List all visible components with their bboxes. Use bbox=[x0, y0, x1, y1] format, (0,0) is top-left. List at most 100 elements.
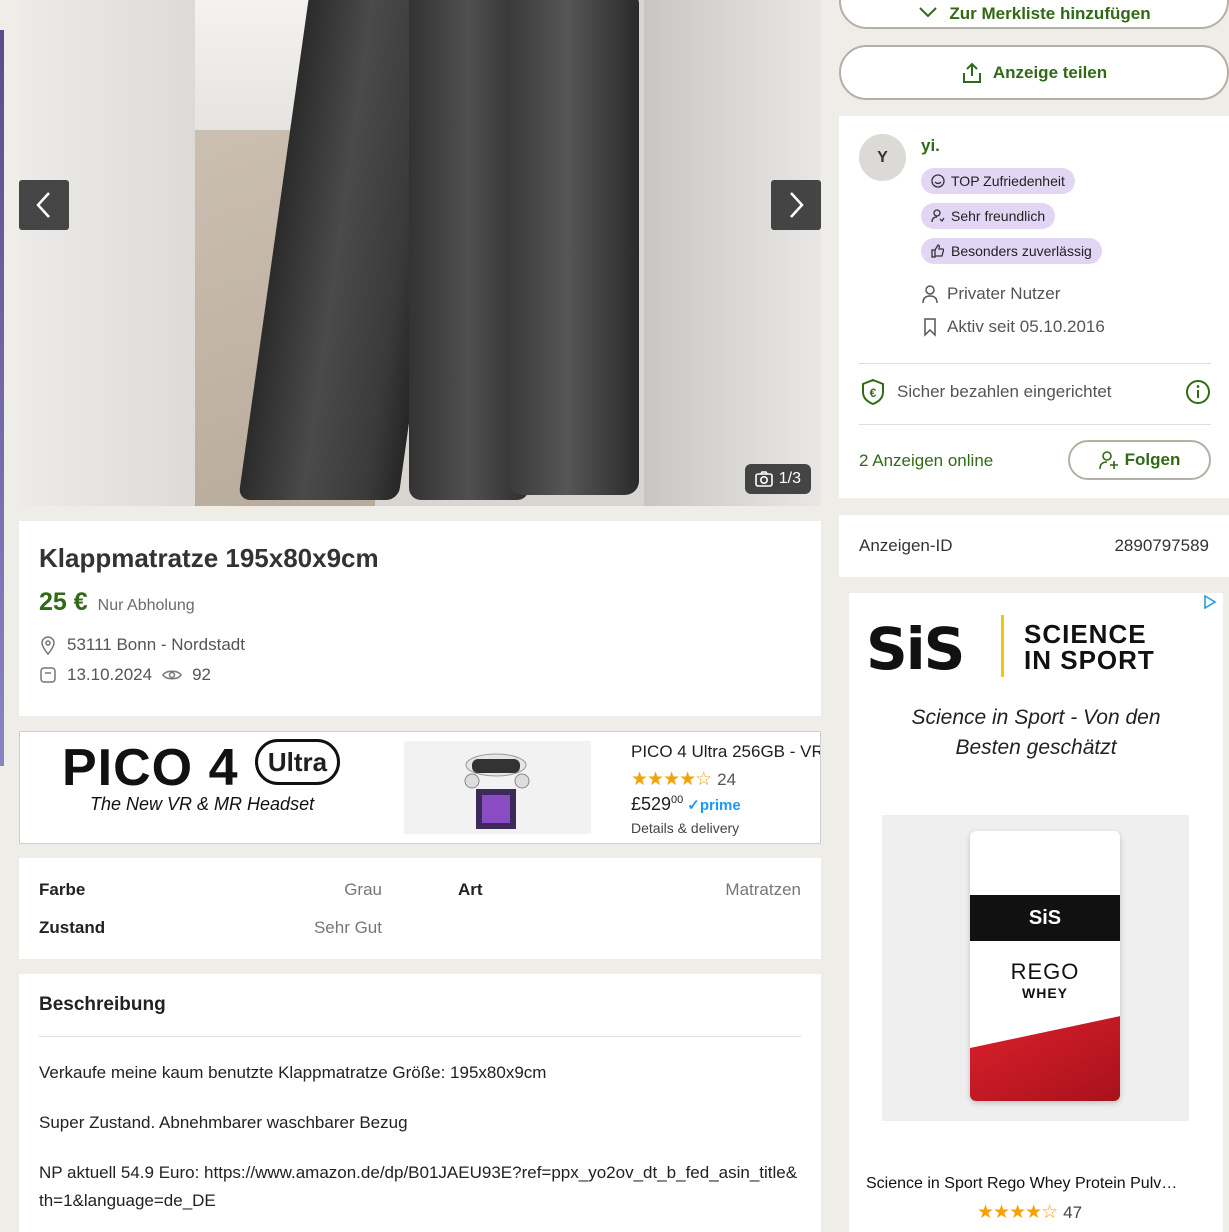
user-heart-icon bbox=[931, 209, 945, 223]
listing-price: 25 € bbox=[39, 588, 88, 616]
listing-date: 13.10.2024 bbox=[67, 665, 153, 684]
pico-ad-banner[interactable]: PICO 4 Ultra The New VR & MR Headset PIC… bbox=[19, 731, 821, 844]
sis-brand-line: SCIENCE bbox=[1024, 619, 1147, 649]
ad-id-value: 2890797589 bbox=[1114, 536, 1209, 555]
attribute-label: Art bbox=[458, 880, 483, 899]
sis-brand-name: SCIENCE IN SPORT bbox=[1024, 621, 1155, 673]
description-card: Beschreibung Verkaufe meine kaum benutzt… bbox=[19, 974, 821, 1232]
share-button[interactable]: Anzeige teilen bbox=[839, 45, 1229, 100]
gallery-prev-button[interactable] bbox=[19, 180, 69, 230]
share-icon bbox=[962, 62, 981, 83]
description-line: Verkaufe meine kaum benutzte Klappmatrat… bbox=[39, 1063, 547, 1082]
seller-type-label: Privater Nutzer bbox=[947, 284, 1061, 303]
sis-side-ad[interactable]: SiS SCIENCE IN SPORT Science in Sport - … bbox=[849, 593, 1223, 1232]
seller-active-since: Aktiv seit 05.10.2016 bbox=[921, 317, 1105, 337]
attribute-value: Grau bbox=[344, 880, 382, 899]
prime-badge: ✓prime bbox=[687, 797, 741, 814]
calendar-icon bbox=[40, 667, 56, 683]
ad-price-main: £529 bbox=[631, 794, 672, 814]
active-since-label: Aktiv seit 05.10.2016 bbox=[947, 317, 1105, 336]
chevron-left-icon bbox=[36, 192, 50, 218]
badge-besonders-zuverlaessig: Besonders zuverlässig bbox=[921, 238, 1102, 264]
ads-online-link[interactable]: 2 Anzeigen online bbox=[859, 451, 993, 471]
secure-payment-label: Sicher bezahlen eingerichtet bbox=[897, 382, 1112, 401]
camera-icon bbox=[754, 471, 773, 487]
star-rating-icon: ★★★★☆ bbox=[977, 1202, 1058, 1223]
avatar[interactable]: Y bbox=[859, 134, 906, 181]
ad-product-title[interactable]: PICO 4 Ultra 256GB - VR bbox=[631, 742, 820, 762]
divider bbox=[859, 363, 1211, 364]
seller-name[interactable]: yi. bbox=[921, 136, 940, 156]
ad-rating: ★★★★☆ 24 bbox=[631, 768, 736, 791]
vr-headset-image[interactable] bbox=[404, 741, 591, 834]
ad-price-cents: 00 bbox=[671, 794, 684, 806]
attributes-card: Farbe Grau Art Matratzen Zustand Sehr Gu… bbox=[19, 858, 821, 959]
shield-euro-icon: € bbox=[862, 378, 884, 406]
seller-card: Y yi. TOP Zufriedenheit Sehr freundlich … bbox=[839, 116, 1229, 498]
image-counter: 1/3 bbox=[744, 464, 811, 494]
watchlist-label: Zur Merkliste hinzufügen bbox=[949, 3, 1151, 23]
add-user-icon bbox=[1098, 451, 1118, 470]
thumbs-up-icon bbox=[931, 244, 945, 258]
attribute-art: Art Matratzen bbox=[458, 880, 801, 900]
image-counter-text: 1/3 bbox=[778, 470, 801, 487]
sis-brand-line: IN SPORT bbox=[1024, 645, 1155, 675]
badge-top-zufriedenheit: TOP Zufriedenheit bbox=[921, 168, 1075, 194]
prime-label: prime bbox=[699, 797, 741, 814]
image-gallery[interactable]: 1/3 bbox=[19, 0, 821, 506]
seller-type: Privater Nutzer bbox=[921, 284, 1060, 304]
bag-product: REGO bbox=[1010, 959, 1080, 984]
attribute-label: Farbe bbox=[39, 880, 86, 899]
secure-payment-row: € Sicher bezahlen eingerichtet bbox=[859, 378, 1211, 406]
badge-label: Sehr freundlich bbox=[951, 208, 1046, 224]
listing-title: Klappmatratze 195x80x9cm bbox=[39, 543, 379, 573]
badge-label: Besonders zuverlässig bbox=[951, 243, 1092, 259]
location-pin-icon bbox=[41, 636, 55, 655]
view-count: 92 bbox=[192, 665, 212, 684]
description-line: Super Zustand. Abnehmbarer waschbarer Be… bbox=[39, 1113, 408, 1132]
listing-header: Klappmatratze 195x80x9cm 25 € Nur Abholu… bbox=[19, 521, 821, 716]
star-rating-icon: ★★★★☆ bbox=[631, 769, 712, 790]
description-heading: Beschreibung bbox=[39, 994, 801, 1037]
ad-id-label: Anzeigen-ID bbox=[859, 536, 953, 555]
eye-icon bbox=[162, 670, 182, 680]
protein-product-image[interactable]: SiS REGO WHEY bbox=[882, 815, 1189, 1121]
left-edge-strip bbox=[0, 30, 4, 766]
pico-logo: PICO 4 bbox=[62, 739, 239, 797]
badge-sehr-freundlich: Sehr freundlich bbox=[921, 203, 1056, 229]
gallery-photo bbox=[19, 0, 195, 506]
pico-tagline: The New VR & MR Headset bbox=[90, 794, 315, 814]
bag-brand: SiS bbox=[970, 895, 1120, 941]
sis-tagline: Science in Sport - Von den Besten geschä… bbox=[911, 706, 1161, 759]
gallery-next-button[interactable] bbox=[771, 180, 821, 230]
attribute-label: Zustand bbox=[39, 918, 106, 937]
badge-label: TOP Zufriedenheit bbox=[951, 173, 1065, 189]
pico-ultra-badge: Ultra bbox=[255, 739, 340, 785]
follow-button[interactable]: Folgen bbox=[1068, 440, 1211, 480]
person-icon bbox=[922, 285, 938, 304]
ad-rating-count: 24 bbox=[717, 769, 737, 789]
follow-label: Folgen bbox=[1124, 450, 1181, 469]
smile-icon bbox=[931, 174, 945, 188]
ad-id-card: Anzeigen-ID 2890797589 bbox=[839, 515, 1229, 577]
side-ad-product-title[interactable]: Science in Sport Rego Whey Protein Pulv… bbox=[866, 1175, 1211, 1193]
attribute-zustand: Zustand Sehr Gut bbox=[39, 918, 382, 938]
svg-text:€: € bbox=[870, 386, 877, 400]
shipping-note: Nur Abholung bbox=[97, 597, 195, 614]
attribute-value: Sehr Gut bbox=[313, 918, 382, 937]
attribute-farbe: Farbe Grau bbox=[39, 880, 382, 900]
sis-divider bbox=[1001, 615, 1004, 677]
divider bbox=[859, 424, 1211, 425]
side-ad-rating-count: 47 bbox=[1063, 1202, 1083, 1222]
share-label: Anzeige teilen bbox=[992, 62, 1108, 82]
bookmark-icon bbox=[924, 318, 936, 337]
info-icon[interactable] bbox=[1185, 379, 1211, 405]
adchoices-icon[interactable] bbox=[1203, 595, 1217, 609]
heart-icon bbox=[919, 6, 938, 17]
listing-location[interactable]: 53111 Bonn - Nordstadt bbox=[67, 635, 245, 655]
ad-details-link[interactable]: Details & delivery bbox=[631, 820, 739, 836]
attribute-value[interactable]: Matratzen bbox=[725, 880, 801, 900]
ad-price: £52900 ✓prime bbox=[631, 794, 741, 815]
watchlist-button[interactable]: Zur Merkliste hinzufügen bbox=[839, 0, 1229, 29]
side-ad-rating: ★★★★☆ 47 bbox=[977, 1201, 1082, 1224]
